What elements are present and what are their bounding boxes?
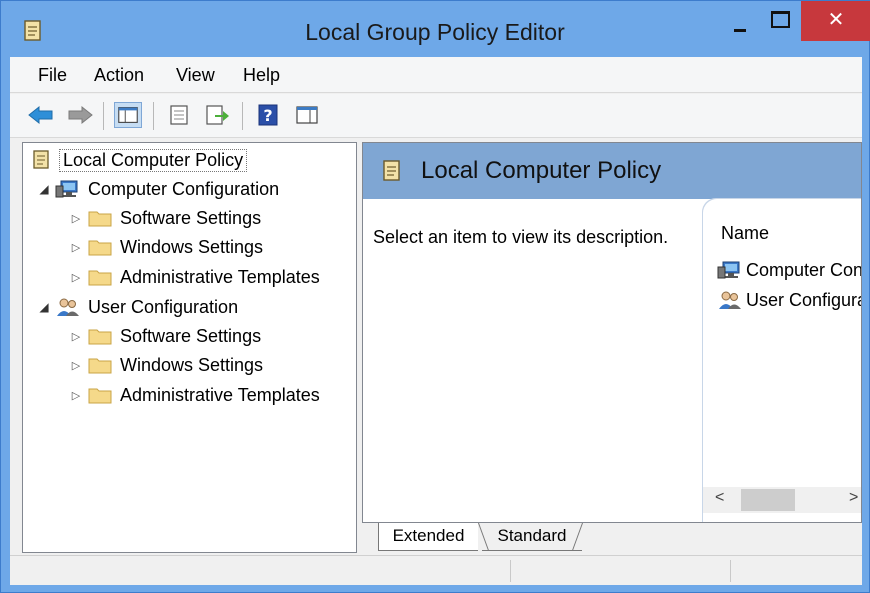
scroll-left-arrow[interactable]: < <box>715 489 724 507</box>
tab-standard[interactable]: Standard <box>482 523 582 551</box>
minimize-button[interactable] <box>723 1 757 41</box>
tree-item-label: Windows Settings <box>120 236 264 257</box>
details-pane: Local Computer Policy Select an item to … <box>362 142 862 523</box>
menu-view[interactable]: View <box>176 65 215 86</box>
details-header: Local Computer Policy <box>363 143 861 199</box>
users-icon <box>55 296 81 318</box>
tree-item-label: Windows Settings <box>120 354 264 375</box>
collapse-triangle-icon[interactable]: ◢ <box>37 182 51 196</box>
toolbar-separator <box>153 102 154 130</box>
toolbar-separator <box>242 102 243 130</box>
toolbar: ? <box>10 94 862 138</box>
column-header-name[interactable]: Name <box>721 223 769 244</box>
forward-arrow-icon[interactable] <box>66 102 94 128</box>
tree-item-user-software-settings[interactable]: ▷ Software Settings <box>69 322 261 350</box>
export-list-icon[interactable] <box>203 102 231 128</box>
folder-icon <box>87 325 113 347</box>
scroll-thumb[interactable] <box>741 489 795 511</box>
folder-icon <box>87 384 113 406</box>
tree-item-user-windows-settings[interactable]: ▷ Windows Settings <box>69 351 263 379</box>
status-separator <box>510 560 511 582</box>
expand-triangle-icon[interactable]: ▷ <box>69 389 83 402</box>
item-list: Name Computer Configuration User Configu… <box>703 199 862 522</box>
description-text: Select an item to view its description. <box>373 227 669 247</box>
list-item-user-configuration[interactable]: User Configuration <box>717 286 861 314</box>
tree-item-label: Computer Configuration <box>88 178 280 199</box>
menu-help[interactable]: Help <box>243 65 280 86</box>
policy-scroll-icon <box>382 159 402 183</box>
details-title: Local Computer Policy <box>421 157 662 184</box>
client-area: File Action View Help ? Local Computer P… <box>10 57 862 585</box>
folder-icon <box>87 207 113 229</box>
menu-file[interactable]: File <box>38 65 67 86</box>
tree-item-computer-administrative-templates[interactable]: ▷ Administrative Templates <box>69 263 320 291</box>
app-window: Local Group Policy Editor ✕ File Action … <box>0 0 870 593</box>
expand-triangle-icon[interactable]: ▷ <box>69 212 83 225</box>
folder-icon <box>87 236 113 258</box>
users-icon <box>717 289 743 311</box>
expand-triangle-icon[interactable]: ▷ <box>69 330 83 343</box>
maximize-button[interactable] <box>761 1 797 41</box>
menu-action[interactable]: Action <box>94 65 144 86</box>
title-bar[interactable]: Local Group Policy Editor ✕ <box>1 1 870 57</box>
status-separator <box>730 560 731 582</box>
back-arrow-icon[interactable] <box>27 102 55 128</box>
tree-item-label: Administrative Templates <box>120 266 320 287</box>
console-tree: Local Computer Policy ◢ Computer Configu… <box>22 142 357 553</box>
toolbar-separator <box>103 102 104 130</box>
computer-icon <box>717 259 743 281</box>
folder-icon <box>87 354 113 376</box>
tab-extended[interactable]: Extended <box>378 523 478 551</box>
tree-item-label: Software Settings <box>120 325 262 346</box>
help-icon[interactable]: ? <box>254 102 282 128</box>
policy-scroll-icon <box>29 149 55 171</box>
expand-triangle-icon[interactable]: ▷ <box>69 271 83 284</box>
expand-triangle-icon[interactable]: ▷ <box>69 359 83 372</box>
collapse-triangle-icon[interactable]: ◢ <box>37 300 51 314</box>
tree-item-user-configuration[interactable]: ◢ User Configuration <box>37 293 238 321</box>
list-item-label: User Configuration <box>746 289 861 310</box>
folder-icon <box>87 266 113 288</box>
tree-item-label: Local Computer Policy <box>59 148 248 172</box>
horizontal-scrollbar[interactable]: < > <box>703 487 861 513</box>
tree-item-label: User Configuration <box>88 296 239 317</box>
svg-text:?: ? <box>263 106 272 125</box>
tree-item-local-computer-policy[interactable]: Local Computer Policy <box>29 146 248 174</box>
tree-item-computer-software-settings[interactable]: ▷ Software Settings <box>69 204 261 232</box>
tree-item-label: Software Settings <box>120 207 262 228</box>
status-bar <box>10 555 862 585</box>
properties-icon[interactable] <box>165 102 193 128</box>
tree-item-computer-windows-settings[interactable]: ▷ Windows Settings <box>69 233 263 261</box>
view-tabs: Extended Standard <box>362 523 862 553</box>
expand-triangle-icon[interactable]: ▷ <box>69 241 83 254</box>
tree-item-computer-configuration[interactable]: ◢ Computer Configuration <box>37 175 279 203</box>
extended-view-icon[interactable] <box>293 102 321 128</box>
list-item-label: Computer Configuration <box>746 259 862 280</box>
computer-icon <box>55 178 81 200</box>
menu-bar: File Action View Help <box>10 57 862 93</box>
list-item-computer-configuration[interactable]: Computer Configuration <box>717 256 862 284</box>
close-button[interactable]: ✕ <box>801 1 870 41</box>
show-hide-tree-icon[interactable] <box>114 102 142 128</box>
scroll-right-arrow[interactable]: > <box>849 489 858 507</box>
tree-item-label: Administrative Templates <box>120 384 320 405</box>
tree-item-user-administrative-templates[interactable]: ▷ Administrative Templates <box>69 381 320 409</box>
